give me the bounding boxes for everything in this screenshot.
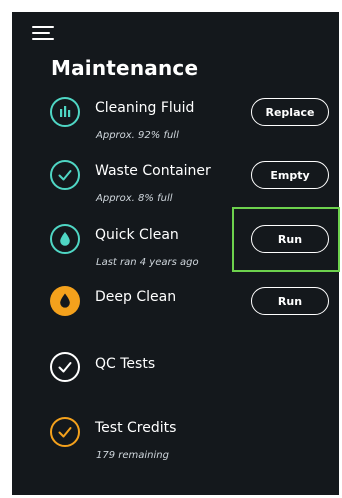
maintenance-panel: Maintenance Cleaning Fluid Approx. 92% f… (12, 12, 340, 495)
item-name: Waste Container (95, 163, 211, 179)
run-deep-clean-button[interactable]: Run (251, 287, 329, 315)
list-item-cleaning-fluid: Cleaning Fluid Approx. 92% full Replace (12, 95, 339, 155)
droplet-icon (50, 224, 80, 254)
bar-chart-icon (50, 97, 80, 127)
hamburger-menu-icon[interactable] (32, 23, 54, 43)
item-status: Last ran 4 years ago (96, 257, 199, 268)
item-name: Quick Clean (95, 227, 179, 243)
item-status: Approx. 8% full (96, 193, 173, 204)
empty-button[interactable]: Empty (251, 161, 329, 189)
droplet-icon (50, 286, 80, 316)
item-name: QC Tests (95, 356, 156, 372)
item-name: Test Credits (95, 420, 177, 436)
list-item-qc-tests[interactable]: QC Tests (12, 352, 339, 412)
check-circle-icon (50, 352, 80, 382)
item-status: 179 remaining (96, 450, 169, 461)
item-status: Approx. 92% full (96, 130, 179, 141)
check-circle-icon (50, 417, 80, 447)
list-item-deep-clean: Deep Clean Run (12, 285, 339, 345)
item-name: Deep Clean (95, 289, 177, 305)
page-title: Maintenance (51, 56, 199, 80)
highlight-box (232, 207, 340, 272)
check-circle-icon (50, 160, 80, 190)
replace-button[interactable]: Replace (251, 98, 329, 126)
item-name: Cleaning Fluid (95, 100, 195, 116)
list-item-test-credits[interactable]: Test Credits 179 remaining (12, 415, 339, 475)
